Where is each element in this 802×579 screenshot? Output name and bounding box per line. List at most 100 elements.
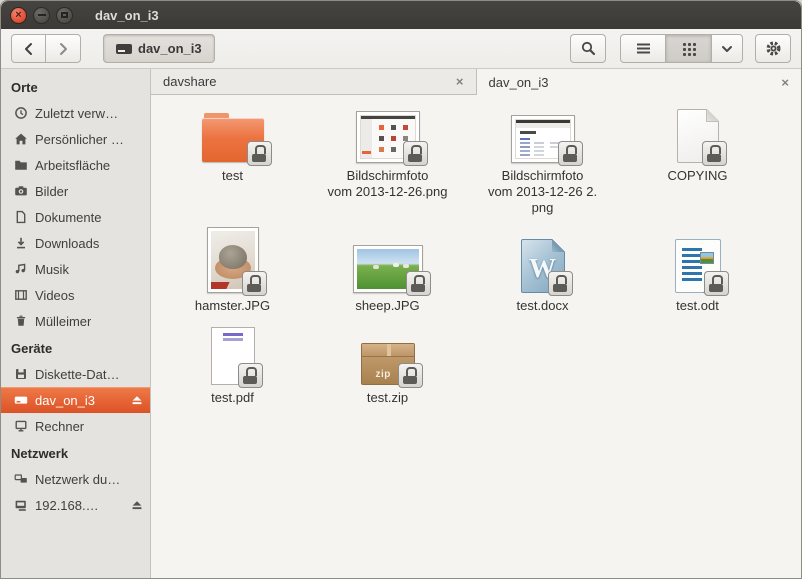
grid-view-button[interactable] xyxy=(666,34,712,63)
sidebar-item-label: Downloads xyxy=(35,236,99,251)
file-label-line: Bildschirmfoto xyxy=(488,168,597,184)
sidebar-item-dav-on-i3[interactable]: dav_on_i3 xyxy=(1,387,150,413)
clock-icon xyxy=(14,106,28,120)
places-sidebar: Orte Zuletzt verw… Persönlicher … Arbeit… xyxy=(1,69,151,579)
sidebar-item-label: Arbeitsfläche xyxy=(35,158,110,173)
sidebar-item-zuletzt-verwendet[interactable]: Zuletzt verw… xyxy=(1,100,150,126)
gear-menu-button[interactable] xyxy=(755,34,791,63)
sidebar-item-label: 192.168.… xyxy=(35,498,99,513)
file-label: COPYING xyxy=(668,168,728,183)
location-button[interactable]: dav_on_i3 xyxy=(103,34,215,63)
file-test-docx[interactable]: W test.docx xyxy=(465,223,620,314)
window-maximize-button[interactable] xyxy=(56,7,73,24)
drive-icon xyxy=(116,44,132,54)
file-manager-window: × dav_on_i3 dav_on_i3 xyxy=(0,0,802,579)
window-minimize-button[interactable] xyxy=(33,7,50,24)
sidebar-item-label: Diskette-Dat… xyxy=(35,367,120,382)
file-label: test xyxy=(222,168,243,183)
file-label: test.docx xyxy=(516,298,568,313)
eject-icon xyxy=(130,393,144,407)
file-test-zip[interactable]: zip test.zip xyxy=(310,323,465,406)
file-label: test.zip xyxy=(367,390,408,405)
gear-icon xyxy=(765,40,782,57)
sidebar-item-netzwerk-durchsuchen[interactable]: Netzwerk du… xyxy=(1,466,150,492)
computer-icon xyxy=(14,419,28,433)
music-note-icon xyxy=(14,262,28,276)
search-icon xyxy=(581,41,596,56)
tab-close-button[interactable]: × xyxy=(456,75,464,88)
sidebar-item-persoenlicher-ordner[interactable]: Persönlicher … xyxy=(1,126,150,152)
film-icon xyxy=(14,288,28,302)
list-view-icon xyxy=(636,42,651,55)
network-icon xyxy=(14,472,28,486)
toolbar: dav_on_i3 xyxy=(1,29,801,69)
lock-emblem-icon xyxy=(242,271,267,296)
list-view-button[interactable] xyxy=(620,34,666,63)
file-test-folder[interactable]: test xyxy=(155,101,310,216)
sidebar-section-geraete: Geräte xyxy=(1,334,150,361)
folder-icon xyxy=(14,158,28,172)
tab-label: davshare xyxy=(163,74,216,89)
sidebar-item-dokumente[interactable]: Dokumente xyxy=(1,204,150,230)
view-options-dropdown-button[interactable] xyxy=(712,34,743,63)
lock-emblem-icon xyxy=(403,141,428,166)
grid-view-icon xyxy=(683,43,686,46)
search-button[interactable] xyxy=(570,34,606,63)
file-test-pdf[interactable]: test.pdf xyxy=(155,323,310,406)
back-button[interactable] xyxy=(11,34,46,63)
sidebar-item-downloads[interactable]: Downloads xyxy=(1,230,150,256)
location-label: dav_on_i3 xyxy=(138,41,202,56)
download-icon xyxy=(14,236,28,250)
file-test-odt[interactable]: test.odt xyxy=(620,223,775,314)
sidebar-item-rechner[interactable]: Rechner xyxy=(1,413,150,439)
file-label: test.pdf xyxy=(211,390,254,405)
sidebar-item-videos[interactable]: Videos xyxy=(1,282,150,308)
sidebar-item-bilder[interactable]: Bilder xyxy=(1,178,150,204)
forward-button[interactable] xyxy=(46,34,81,63)
window-title: dav_on_i3 xyxy=(95,8,159,23)
titlebar[interactable]: × dav_on_i3 xyxy=(1,1,801,29)
sidebar-item-label: Dokumente xyxy=(35,210,101,225)
sidebar-item-muelleimer[interactable]: Mülleimer xyxy=(1,308,150,334)
file-bildschirmfoto-1[interactable]: Bildschirmfoto vom 2013-12-26.png xyxy=(310,101,465,216)
chevron-left-icon xyxy=(22,42,36,56)
sidebar-item-192-168-share[interactable]: 192.168.… xyxy=(1,492,150,518)
maximize-icon xyxy=(61,12,68,18)
window-close-button[interactable]: × xyxy=(10,7,27,24)
file-label-line: Bildschirmfoto xyxy=(328,168,448,184)
file-label-line: vom 2013-12-26 2. xyxy=(488,184,597,200)
eject-icon xyxy=(130,498,144,512)
history-button-group xyxy=(11,34,81,63)
sidebar-item-musik[interactable]: Musik xyxy=(1,256,150,282)
sidebar-item-arbeitsflaeche[interactable]: Arbeitsfläche xyxy=(1,152,150,178)
view-button-group xyxy=(620,34,743,63)
sidebar-item-label: Persönlicher … xyxy=(35,132,124,147)
tab-close-button[interactable]: × xyxy=(781,76,789,89)
file-hamster-jpg[interactable]: hamster.JPG xyxy=(155,223,310,314)
tab-davshare[interactable]: davshare × xyxy=(151,69,477,95)
eject-button[interactable] xyxy=(130,393,144,407)
lock-emblem-icon xyxy=(406,271,431,296)
sidebar-item-label: Mülleimer xyxy=(35,314,91,329)
file-grid: test Bildschirmfoto vom 2013-12-26.png xyxy=(151,95,801,579)
minimize-icon xyxy=(38,14,46,16)
sidebar-item-label: Rechner xyxy=(35,419,84,434)
floppy-icon xyxy=(14,367,28,381)
lock-emblem-icon xyxy=(398,363,423,388)
home-icon xyxy=(14,132,28,146)
file-bildschirmfoto-2[interactable]: Bildschirmfoto vom 2013-12-26 2. png xyxy=(465,101,620,216)
sidebar-item-label: Bilder xyxy=(35,184,68,199)
file-label: test.odt xyxy=(676,298,719,313)
sidebar-item-label: Musik xyxy=(35,262,69,277)
file-label-line: png xyxy=(488,200,597,216)
sidebar-section-netzwerk: Netzwerk xyxy=(1,439,150,466)
tab-bar: davshare × dav_on_i3 × xyxy=(151,69,801,95)
eject-button[interactable] xyxy=(130,498,144,512)
tab-label: dav_on_i3 xyxy=(489,75,549,90)
lock-emblem-icon xyxy=(558,141,583,166)
sidebar-item-label: Videos xyxy=(35,288,75,303)
sidebar-item-diskette[interactable]: Diskette-Dat… xyxy=(1,361,150,387)
file-sheep-jpg[interactable]: sheep.JPG xyxy=(310,223,465,314)
file-copying[interactable]: COPYING xyxy=(620,101,775,216)
tab-dav-on-i3[interactable]: dav_on_i3 × xyxy=(477,69,802,95)
